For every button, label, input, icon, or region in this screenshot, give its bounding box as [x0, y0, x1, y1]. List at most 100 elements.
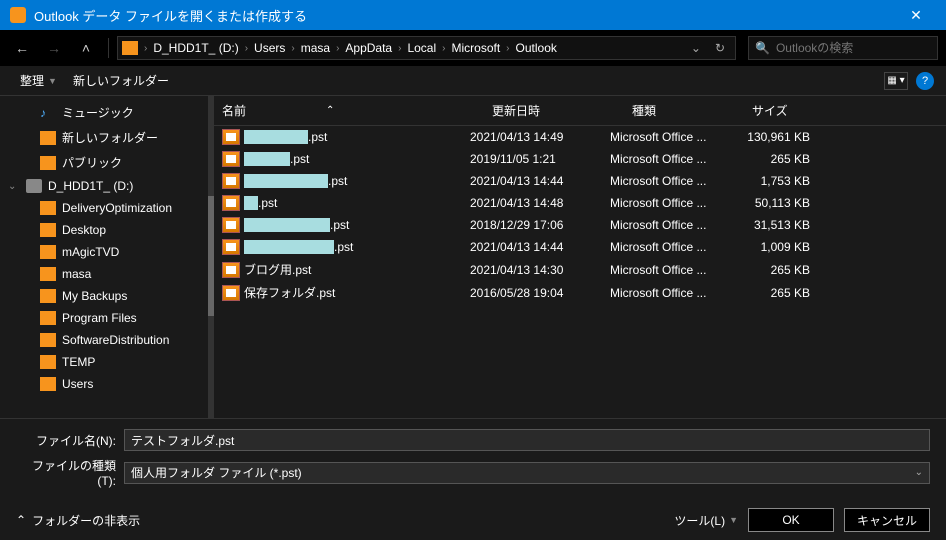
folder-icon — [40, 131, 56, 145]
tree-item[interactable]: パブリック — [0, 150, 208, 175]
new-folder-button[interactable]: 新しいフォルダー — [65, 68, 177, 93]
view-mode-button[interactable]: ▦ ▾ — [884, 72, 908, 90]
folder-icon — [40, 355, 56, 369]
refresh-button[interactable]: ↻ — [709, 41, 731, 55]
crumb[interactable]: D_HDD1T_ (D:) — [147, 41, 244, 55]
search-input[interactable] — [776, 41, 931, 55]
tree-scrollbar[interactable] — [208, 96, 214, 418]
column-headers: 名前⌃ 更新日時 種類 サイズ — [214, 96, 946, 126]
folder-icon — [40, 377, 56, 391]
file-date: 2021/04/13 14:44 — [470, 240, 610, 254]
pst-file-icon — [222, 239, 240, 255]
tree-item[interactable]: SoftwareDistribution — [0, 329, 208, 351]
file-size: 265 KB — [730, 286, 820, 300]
file-size: 130,961 KB — [730, 130, 820, 144]
file-size: 1,753 KB — [730, 174, 820, 188]
drive-icon — [122, 41, 138, 55]
tree-item-label: D_HDD1T_ (D:) — [48, 179, 133, 193]
file-list: 名前⌃ 更新日時 種類 サイズ .pst2021/04/13 14:49Micr… — [214, 96, 946, 418]
crumb[interactable]: Users — [248, 41, 291, 55]
organize-menu[interactable]: 整理▼ — [12, 68, 65, 93]
folder-icon — [40, 289, 56, 303]
file-type: Microsoft Office ... — [610, 174, 730, 188]
col-type-header[interactable]: 種類 — [632, 102, 752, 119]
search-icon: 🔍 — [755, 41, 770, 55]
tree-item[interactable]: ♪ミュージック — [0, 100, 208, 125]
pst-file-icon — [222, 151, 240, 167]
filename-input[interactable] — [124, 429, 930, 451]
close-button[interactable]: ✕ — [896, 7, 936, 24]
pst-file-icon — [222, 195, 240, 211]
crumb[interactable]: Local — [401, 41, 442, 55]
crumb[interactable]: AppData — [339, 41, 398, 55]
file-row[interactable]: .pst2021/04/13 14:44Microsoft Office ...… — [214, 236, 946, 258]
forward-button[interactable]: → — [40, 34, 68, 62]
file-row[interactable]: 保存フォルダ.pst2016/05/28 19:04Microsoft Offi… — [214, 281, 946, 304]
breadcrumb[interactable]: › D_HDD1T_ (D:)› Users› masa› AppData› L… — [117, 36, 736, 60]
breadcrumb-dropdown[interactable]: ⌄ — [685, 41, 707, 55]
tree-item[interactable]: TEMP — [0, 351, 208, 373]
tree-item[interactable]: 新しいフォルダー — [0, 125, 208, 150]
chevron-down-icon: ▼ — [729, 515, 738, 525]
back-button[interactable]: ← — [8, 34, 36, 62]
cancel-button[interactable]: キャンセル — [844, 508, 930, 532]
toolbar: 整理▼ 新しいフォルダー ▦ ▾ ? — [0, 66, 946, 96]
file-size: 31,513 KB — [730, 218, 820, 232]
file-row[interactable]: .pst2021/04/13 14:48Microsoft Office ...… — [214, 192, 946, 214]
col-name-header[interactable]: 名前⌃ — [222, 102, 492, 119]
tree-item[interactable]: My Backups — [0, 285, 208, 307]
redacted-text — [244, 218, 330, 232]
file-type: Microsoft Office ... — [610, 286, 730, 300]
pst-file-icon — [222, 285, 240, 301]
chevron-down-icon: ⌄ — [915, 467, 923, 478]
file-size: 50,113 KB — [730, 196, 820, 210]
tree-item-label: パブリック — [62, 154, 122, 171]
file-row[interactable]: .pst2021/04/13 14:44Microsoft Office ...… — [214, 170, 946, 192]
col-size-header[interactable]: サイズ — [752, 102, 842, 119]
redacted-text — [244, 196, 258, 210]
file-type: Microsoft Office ... — [610, 152, 730, 166]
crumb[interactable]: Outlook — [510, 41, 563, 55]
folder-icon — [40, 311, 56, 325]
file-date: 2018/12/29 17:06 — [470, 218, 610, 232]
crumb[interactable]: masa — [295, 41, 336, 55]
folder-tree: ♪ミュージック新しいフォルダーパブリック ⌄D_HDD1T_ (D:)Delive… — [0, 96, 208, 418]
tree-item-label: My Backups — [62, 289, 127, 303]
col-date-header[interactable]: 更新日時 — [492, 102, 632, 119]
tree-item-label: mAgicTVD — [62, 245, 119, 259]
tree-item[interactable]: Desktop — [0, 219, 208, 241]
help-button[interactable]: ? — [916, 72, 934, 90]
navbar: ← → ˄ › D_HDD1T_ (D:)› Users› masa› AppD… — [0, 30, 946, 66]
tree-item-label: ミュージック — [62, 104, 134, 121]
tree-item[interactable]: Program Files — [0, 307, 208, 329]
file-row[interactable]: .pst2021/04/13 14:49Microsoft Office ...… — [214, 126, 946, 148]
tree-item-label: 新しいフォルダー — [62, 129, 158, 146]
crumb[interactable]: Microsoft — [445, 41, 506, 55]
tree-item[interactable]: DeliveryOptimization — [0, 197, 208, 219]
tree-item[interactable]: ⌄D_HDD1T_ (D:) — [0, 175, 208, 197]
search-box[interactable]: 🔍 — [748, 36, 938, 60]
folder-icon — [40, 267, 56, 281]
file-row[interactable]: ブログ用.pst2021/04/13 14:30Microsoft Office… — [214, 258, 946, 281]
file-size: 265 KB — [730, 152, 820, 166]
file-row[interactable]: .pst2018/12/29 17:06Microsoft Office ...… — [214, 214, 946, 236]
tree-item[interactable]: masa — [0, 263, 208, 285]
redacted-text — [244, 130, 308, 144]
ok-button[interactable]: OK — [748, 508, 834, 532]
up-button[interactable]: ˄ — [72, 34, 100, 62]
file-row[interactable]: .pst2019/11/05 1:21Microsoft Office ...2… — [214, 148, 946, 170]
tree-item[interactable]: mAgicTVD — [0, 241, 208, 263]
tree-item[interactable]: Users — [0, 373, 208, 395]
tree-item-label: masa — [62, 267, 91, 281]
filename-label: ファイル名(N): — [16, 432, 116, 449]
file-size: 1,009 KB — [730, 240, 820, 254]
titlebar: Outlook データ ファイルを開くまたは作成する ✕ — [0, 0, 946, 30]
chevron-up-icon: ⌃ — [16, 513, 26, 527]
tree-item-label: Users — [62, 377, 93, 391]
tools-menu[interactable]: ツール(L)▼ — [674, 512, 738, 529]
file-date: 2021/04/13 14:49 — [470, 130, 610, 144]
file-type: Microsoft Office ... — [610, 130, 730, 144]
folder-icon — [40, 223, 56, 237]
filetype-select[interactable]: 個人用フォルダ ファイル (*.pst)⌄ — [124, 462, 930, 484]
hide-folders-button[interactable]: ⌃フォルダーの非表示 — [16, 512, 140, 529]
